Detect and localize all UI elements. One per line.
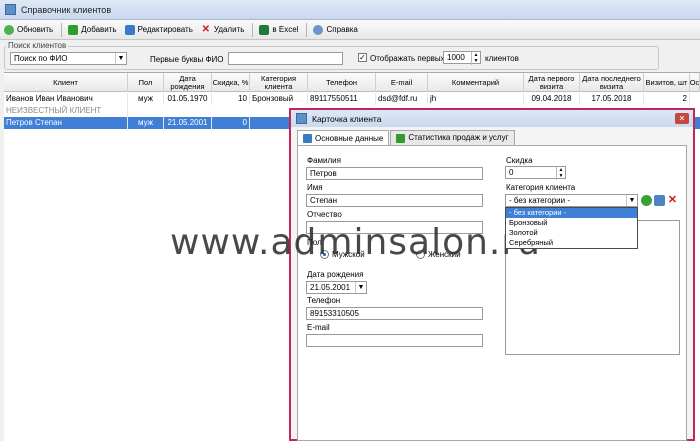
chevron-down-icon: ▼ [355, 282, 366, 293]
add-category-icon[interactable] [641, 195, 652, 206]
email-label: E-mail [307, 323, 330, 332]
pen-icon [303, 134, 312, 143]
edit-category-icon[interactable] [654, 195, 665, 206]
lastname-input[interactable]: Петров [306, 167, 483, 180]
table-icon [396, 133, 406, 143]
birthdate-picker[interactable]: 21.05.2001 ▼ [306, 281, 367, 294]
column-header[interactable]: Пол [128, 73, 164, 92]
column-header[interactable]: Дата рождения [164, 73, 212, 92]
close-button[interactable]: ✕ [675, 113, 689, 124]
dialog-tabs: Основные данные Статистика продаж и услу… [297, 130, 516, 146]
cell-email: dsd@fdf.ru [376, 93, 428, 105]
search-mode-select[interactable]: Поиск по ФИО ▼ [10, 52, 127, 65]
help-icon [313, 24, 324, 35]
delete-category-icon[interactable]: ✕ [667, 195, 678, 206]
cell-gender: муж [128, 117, 164, 129]
dialog-title: Карточка клиента [312, 113, 382, 124]
column-header[interactable]: Категория клиента [250, 73, 308, 92]
category-label: Категория клиента [506, 183, 576, 192]
table-header: Клиент Пол Дата рождения Скидка, % Катег… [4, 73, 700, 92]
cell-client: Иванов Иван Иванович [4, 93, 128, 105]
search-group-label: Поиск клиентов [6, 41, 69, 50]
birthdate-label: Дата рождения [307, 270, 364, 279]
add-button[interactable]: Добавить [68, 24, 117, 35]
toolbar: Обновить Добавить Редактировать ✕ Удалить… [0, 20, 700, 40]
letters-label: Первые буквы ФИО [150, 55, 224, 64]
edit-button[interactable]: Редактировать [124, 24, 193, 35]
firstname-label: Имя [307, 183, 323, 192]
delete-button[interactable]: ✕ Удалить [201, 23, 245, 35]
add-icon [68, 24, 79, 35]
cell-birth: 01.05.1970 [164, 93, 212, 105]
spin-buttons[interactable]: ▲ ▼ [471, 52, 480, 65]
column-header[interactable]: Дата последнего визита [580, 73, 644, 92]
dropdown-option[interactable]: - без категории - [506, 208, 637, 218]
client-card-dialog: Карточка клиента ✕ Основные данные Стати… [289, 108, 695, 441]
column-header[interactable]: E-mail [376, 73, 428, 92]
cell-first-visit: 09.04.2018 [524, 93, 580, 105]
column-header[interactable]: Телефон [308, 73, 376, 92]
category-dropdown-list: - без категории - Бронзовый Золотой Сере… [505, 207, 638, 249]
dialog-titlebar: Карточка клиента ✕ [291, 110, 693, 127]
edit-icon [124, 24, 135, 35]
cell-phone: 89117550511 [308, 93, 376, 105]
tab-basic-data[interactable]: Основные данные [297, 130, 390, 146]
show-first-label: Отображать первых [370, 54, 445, 63]
dropdown-option[interactable]: Золотой [506, 228, 637, 238]
table-row[interactable]: Иванов Иван Иванович муж 01.05.1970 10 Б… [4, 93, 700, 105]
delete-icon: ✕ [201, 23, 211, 35]
refresh-icon [4, 24, 14, 35]
show-first-count-input[interactable]: 1000 ▲ ▼ [443, 51, 481, 65]
cell-gender: муж [128, 93, 164, 105]
chevron-down-icon: ▼ [115, 53, 126, 64]
cell-client: НЕИЗВЕСТНЫЙ КЛИЕНТ [4, 105, 128, 117]
cell-discount: 10 [212, 93, 250, 105]
column-header[interactable]: Клиент [4, 73, 128, 92]
category-select[interactable]: - без категории - ▼ [505, 194, 638, 207]
toolbar-separator [61, 22, 63, 37]
cell-last-visit: 17.05.2018 [580, 93, 644, 105]
column-header[interactable]: Ос [690, 73, 700, 92]
dropdown-option[interactable]: Серебряный [506, 238, 637, 248]
lastname-label: Фамилия [307, 156, 341, 165]
phone-input[interactable]: 89153310505 [306, 307, 483, 320]
window-titlebar: Справочник клиентов [0, 0, 700, 20]
column-header[interactable]: Скидка, % [212, 73, 250, 92]
spin-buttons[interactable]: ▲ ▼ [556, 167, 565, 180]
phone-label: Телефон [307, 296, 341, 305]
middlename-label: Отчество [307, 210, 342, 219]
watermark-text: www.adminsalon.ru [170, 222, 541, 263]
toolbar-separator [306, 22, 308, 37]
dropdown-option[interactable]: Бронзовый [506, 218, 637, 228]
cell-visits: 2 [644, 93, 690, 105]
refresh-button[interactable]: Обновить [4, 24, 53, 35]
cell-comment: jh [428, 93, 524, 105]
email-input[interactable] [306, 334, 483, 347]
cell-client: Петров Степан [4, 117, 128, 129]
cell-discount: 0 [212, 117, 250, 129]
show-first-checkbox[interactable]: ✓ [358, 53, 367, 62]
help-button[interactable]: Справка [313, 24, 358, 35]
column-header[interactable]: Визитов, шт [644, 73, 690, 92]
excel-icon [259, 24, 270, 35]
toolbar-separator [252, 22, 254, 37]
cell-category: Бронзовый [250, 93, 308, 105]
discount-label: Скидка [506, 156, 533, 165]
export-excel-button[interactable]: в Excel [259, 24, 298, 35]
app-icon [5, 4, 16, 15]
dialog-icon [296, 113, 307, 124]
column-header[interactable]: Комментарий [428, 73, 524, 92]
window-title: Справочник клиентов [21, 4, 112, 15]
chevron-down-icon: ▼ [626, 195, 637, 206]
tab-sales-stats[interactable]: Статистика продаж и услуг [390, 130, 515, 145]
firstname-input[interactable]: Степан [306, 194, 483, 207]
tab-panel: Фамилия Петров Имя Степан Отчество Пол М… [297, 145, 687, 441]
clients-label: клиентов [485, 54, 519, 63]
column-header[interactable]: Дата первого визита [524, 73, 580, 92]
cell-birth: 21.05.2001 [164, 117, 212, 129]
name-letters-input[interactable] [228, 52, 343, 65]
discount-input[interactable]: 0 ▲ ▼ [505, 166, 566, 180]
